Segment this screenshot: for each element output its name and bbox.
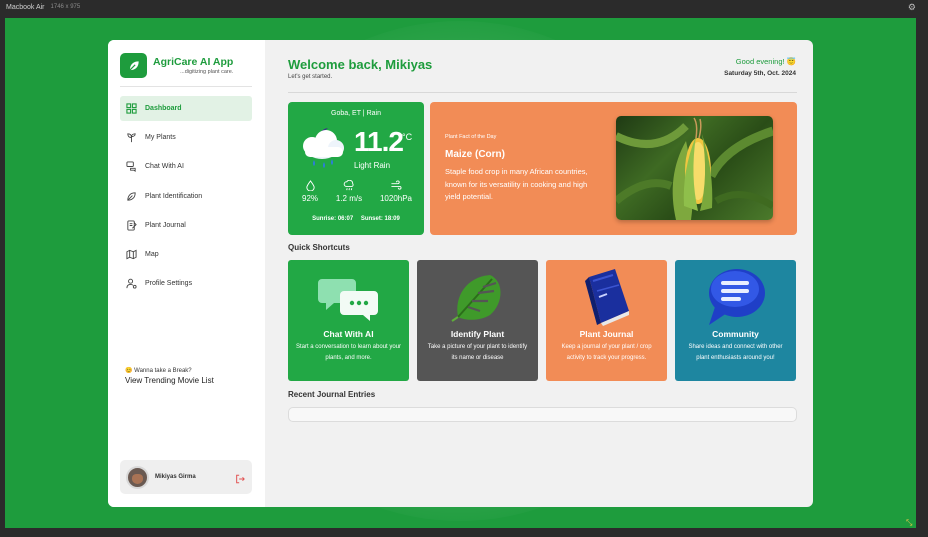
gear-icon[interactable]: ⚙ xyxy=(908,2,916,13)
rain-cloud-icon xyxy=(296,124,351,172)
sidebar-nav: Dashboard My Plants Chat With AI Plant I… xyxy=(120,96,252,300)
map-icon xyxy=(125,248,137,260)
temperature-unit: °C xyxy=(402,132,413,142)
weather-stats: 92% 1.2 m/s 1020hPa xyxy=(302,180,412,203)
greeting: Good evening! 😇 xyxy=(735,57,796,66)
fact-description: Staple food crop in many African countri… xyxy=(445,167,588,201)
shortcut-description: Start a conversation to learn about your… xyxy=(295,344,402,361)
window-dims: 1746 x 975 xyxy=(50,4,81,10)
humidity-icon xyxy=(305,180,315,191)
app-tagline: ...digitizing plant care. xyxy=(180,69,234,75)
shortcut-chat-with-ai[interactable]: Chat With AI Start a conversation to lea… xyxy=(288,260,409,381)
leaf-logo-icon xyxy=(120,53,147,78)
shortcut-title: Identify Plant xyxy=(450,329,505,339)
shortcut-identify-plant[interactable]: Identify Plant Take a picture of your pl… xyxy=(417,260,538,381)
app-title: AgriCare AI App xyxy=(153,56,234,68)
shortcut-plant-journal[interactable]: Plant Journal Keep a journal of your pla… xyxy=(546,260,667,381)
window-title: Macbook Air xyxy=(6,3,45,11)
sidebar-item-map[interactable]: Map xyxy=(120,242,252,267)
humidity-stat: 92% xyxy=(302,180,318,203)
book-icon xyxy=(546,266,667,328)
pressure-stat: 1020hPa xyxy=(380,180,412,203)
chat-bubbles-icon xyxy=(288,266,409,328)
sidebar-item-label: Plant Journal xyxy=(145,221,186,229)
shortcut-title: Chat With AI xyxy=(323,329,374,339)
app-window: AgriCare AI App ...digitizing plant care… xyxy=(108,40,813,507)
brand[interactable]: AgriCare AI App ...digitizing plant care… xyxy=(120,53,233,78)
page-title: Welcome back, Mikiyas xyxy=(288,57,433,72)
leaf-icon xyxy=(125,190,137,202)
shortcut-description: Keep a journal of your plant / crop acti… xyxy=(561,344,652,361)
sun-times: Sunrise: 06:07 Sunset: 18:09 xyxy=(288,216,424,222)
sidebar-item-label: Dashboard xyxy=(145,105,182,112)
shortcut-community[interactable]: Community Share ideas and connect with o… xyxy=(675,260,796,381)
temperature: 11.2 xyxy=(354,126,404,157)
rain-icon xyxy=(343,180,354,191)
shortcut-title: Plant Journal xyxy=(579,329,634,339)
user-name: Mikiyas Girma xyxy=(155,474,196,480)
fact-label: Plant Fact of the Day xyxy=(445,134,497,140)
sidebar-item-plant-journal[interactable]: Plant Journal xyxy=(120,213,252,238)
avatar xyxy=(126,465,149,489)
weather-location: Goba, ET | Rain xyxy=(331,110,381,117)
journal-entries-list[interactable] xyxy=(288,407,797,422)
divider xyxy=(120,86,252,87)
pressure-value: 1020hPa xyxy=(379,194,412,203)
header-divider xyxy=(288,92,797,93)
sidebar-item-my-plants[interactable]: My Plants xyxy=(120,125,252,150)
sidebar-item-dashboard[interactable]: Dashboard xyxy=(120,96,252,121)
break-promo: 😊 Wanna take a Break? View Trending Movi… xyxy=(125,367,214,385)
sunrise-time: Sunrise: 06:07 xyxy=(312,216,354,222)
plant-fact-card[interactable]: Plant Fact of the Day Maize (Corn) Stapl… xyxy=(430,102,797,235)
break-question: 😊 Wanna take a Break? xyxy=(125,368,192,374)
wind-stat: 1.2 m/s xyxy=(336,180,362,203)
sidebar-item-profile-settings[interactable]: Profile Settings xyxy=(120,271,252,296)
user-card[interactable]: Mikiyas Girma xyxy=(120,460,252,494)
sidebar-item-label: Map xyxy=(145,250,159,258)
humidity-value: 92% xyxy=(302,194,319,203)
journal-icon xyxy=(125,219,137,231)
sprout-icon xyxy=(125,132,137,144)
page-subtitle: Let's get started. xyxy=(288,74,333,80)
current-date: Saturday 5th, Oct. 2024 xyxy=(724,70,796,77)
monstera-leaf-icon xyxy=(417,266,538,328)
sidebar-item-label: Plant Identification xyxy=(145,192,203,200)
sidebar-item-label: Chat With AI xyxy=(145,163,184,171)
speech-bubble-icon xyxy=(675,266,796,328)
trending-movies-link[interactable]: View Trending Movie List xyxy=(125,376,214,385)
resize-handle-icon[interactable]: ⤡ xyxy=(906,518,914,527)
sidebar-item-chat-with-ai[interactable]: Chat With AI xyxy=(120,154,252,179)
logout-icon[interactable] xyxy=(235,471,245,484)
wind-icon xyxy=(391,180,402,190)
quick-shortcuts-title: Quick Shortcuts xyxy=(288,243,350,252)
sidebar-item-label: Profile Settings xyxy=(145,280,193,288)
sidebar: AgriCare AI App ...digitizing plant care… xyxy=(108,40,265,507)
chat-icon xyxy=(125,161,137,173)
sidebar-item-label: My Plants xyxy=(145,134,176,142)
wind-value: 1.2 m/s xyxy=(335,194,363,203)
shortcut-description: Take a picture of your plant to identify… xyxy=(427,344,528,361)
shortcut-description: Share ideas and connect with other plant… xyxy=(688,344,783,361)
corn-image xyxy=(616,116,773,220)
window-titlebar: Macbook Air 1746 x 975 ⚙ xyxy=(0,0,928,14)
weather-card[interactable]: Goba, ET | Rain 11.2 °C Light Rain 92% 1… xyxy=(288,102,424,235)
dashboard-icon xyxy=(125,103,137,115)
shortcut-title: Community xyxy=(712,329,759,339)
user-settings-icon xyxy=(125,278,137,290)
weather-condition: Light Rain xyxy=(354,161,391,170)
recent-journal-title: Recent Journal Entries xyxy=(288,390,376,399)
main-content: Welcome back, Mikiyas Let's get started.… xyxy=(265,40,813,507)
sidebar-item-plant-identification[interactable]: Plant Identification xyxy=(120,184,252,209)
fact-plant-name: Maize (Corn) xyxy=(445,149,505,160)
sunset-time: Sunset: 18:09 xyxy=(360,216,400,222)
